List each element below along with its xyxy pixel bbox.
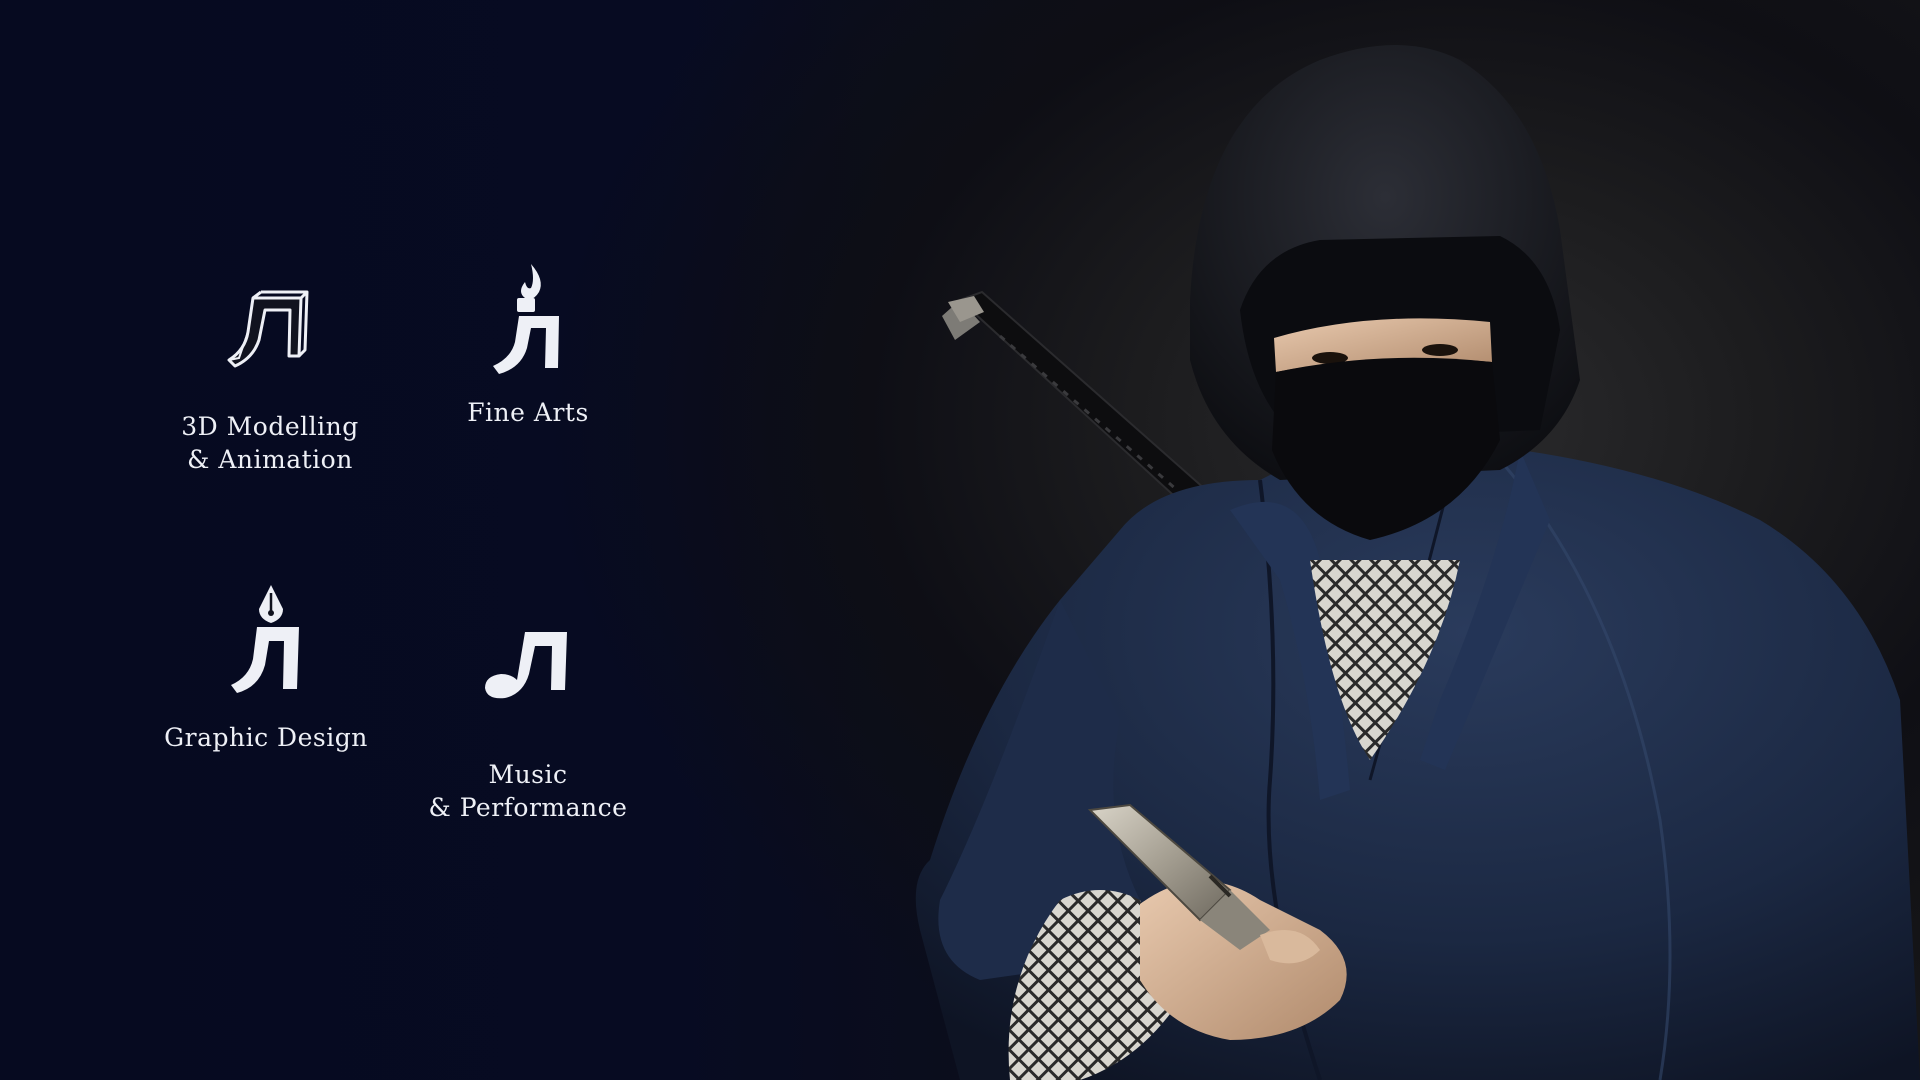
discipline-graphic-design[interactable]: Graphic Design bbox=[116, 585, 416, 754]
discipline-3d-modelling[interactable]: 3D Modelling & Animation bbox=[120, 280, 420, 476]
discipline-label: Fine Arts bbox=[467, 398, 589, 427]
music-note-icon bbox=[485, 632, 567, 699]
discipline-label: Music & Performance bbox=[428, 760, 628, 822]
discipline-fine-arts[interactable]: Fine Arts bbox=[378, 262, 678, 429]
brush-flame-icon bbox=[493, 264, 559, 374]
discipline-grid: 3D Modelling & Animation Fine Arts Graph… bbox=[0, 0, 900, 1080]
3d-cube-icon bbox=[227, 290, 309, 368]
discipline-music-performance[interactable]: Music & Performance bbox=[378, 618, 678, 824]
slide: 3D Modelling & Animation Fine Arts Graph… bbox=[0, 0, 1920, 1080]
discipline-label: Graphic Design bbox=[164, 723, 368, 752]
pen-nib-icon bbox=[231, 585, 299, 693]
ninja-photo bbox=[915, 45, 1920, 1080]
discipline-label: 3D Modelling & Animation bbox=[181, 412, 359, 474]
